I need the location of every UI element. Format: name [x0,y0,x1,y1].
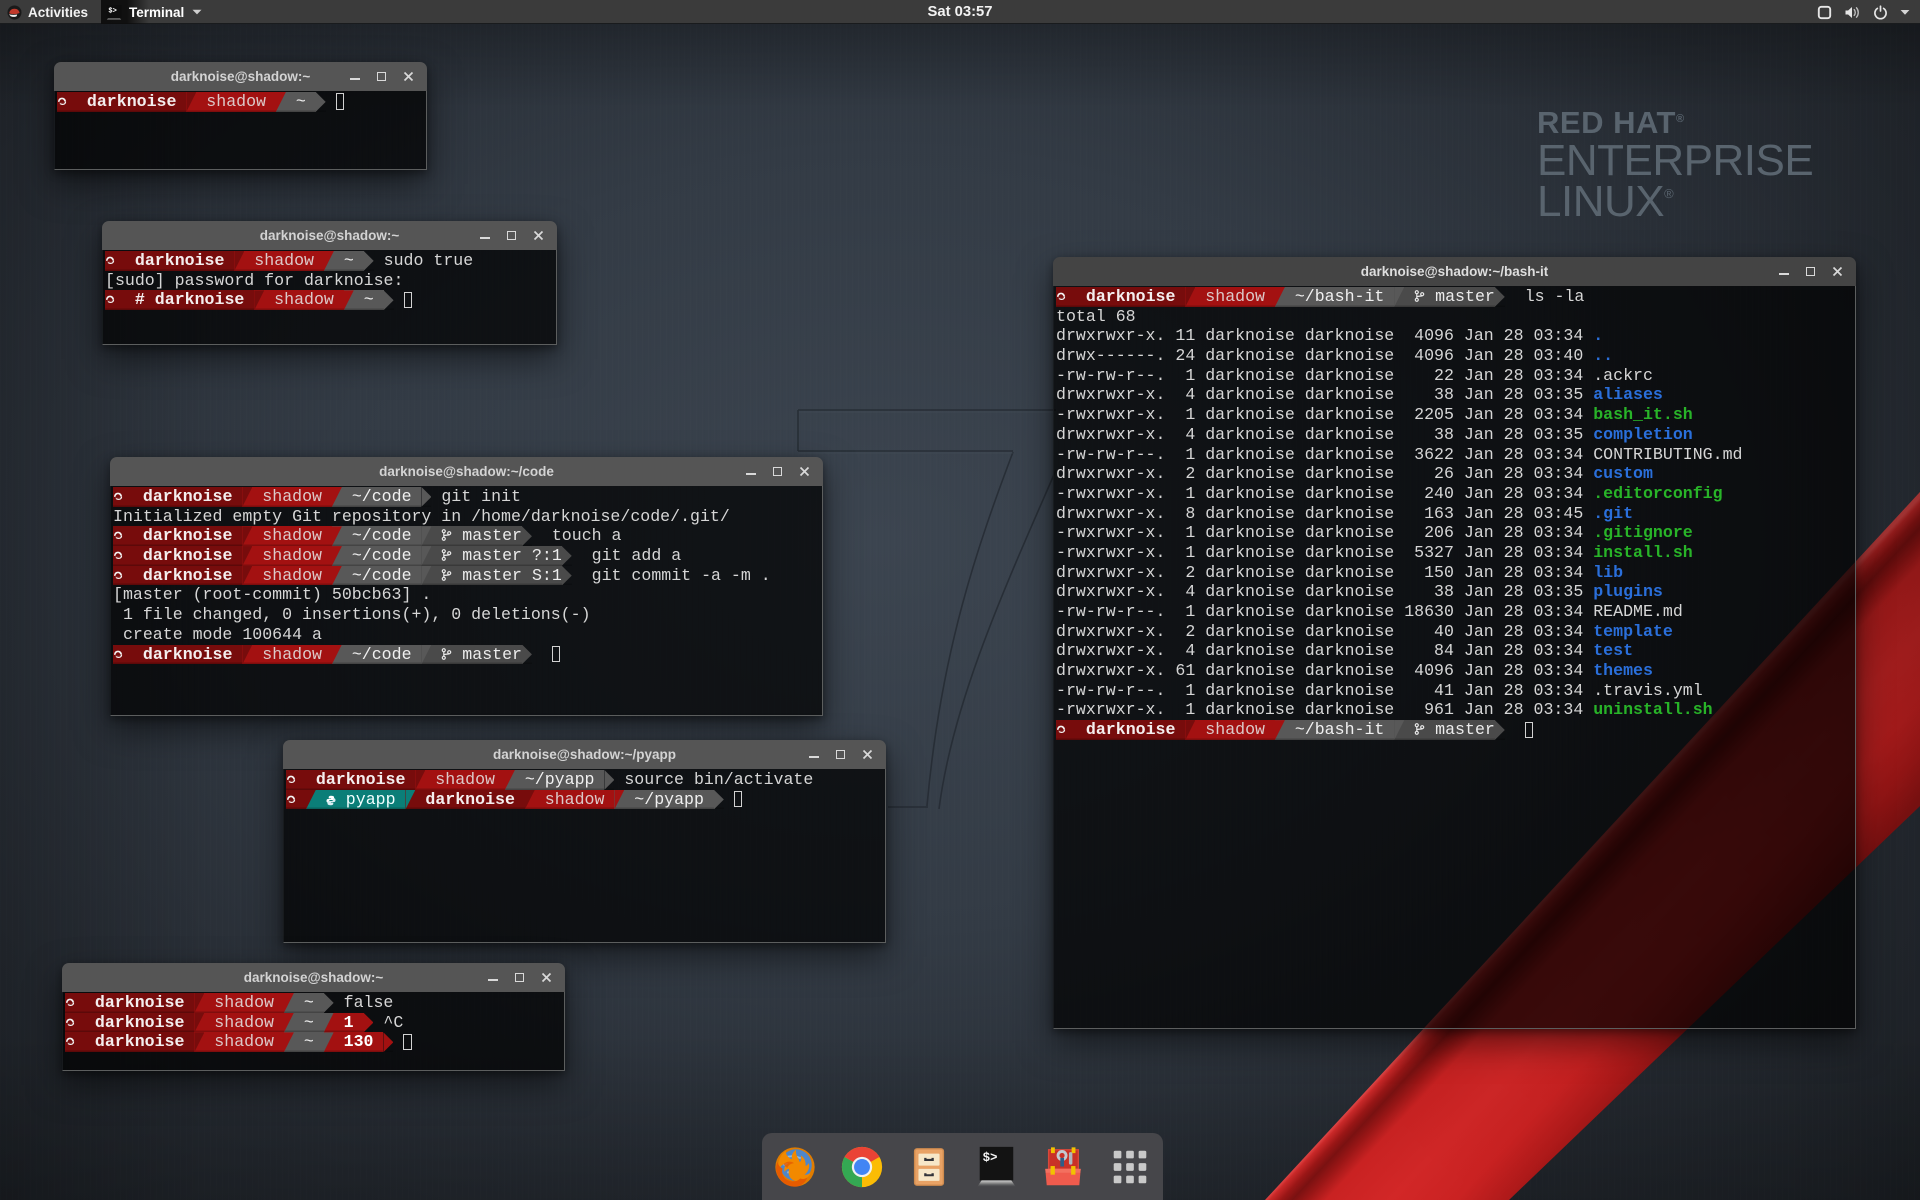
svg-text:$>: $> [983,1151,998,1165]
